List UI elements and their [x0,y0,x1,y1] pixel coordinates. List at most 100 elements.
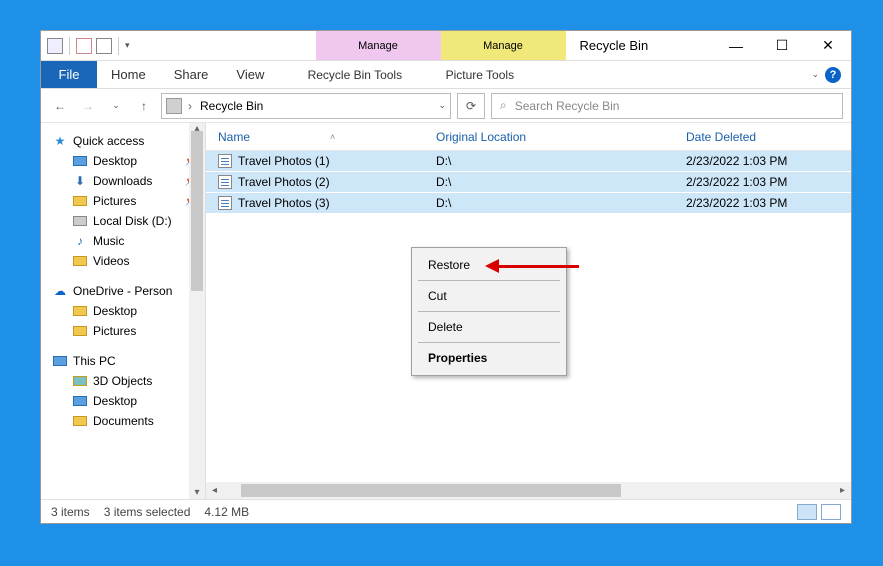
sidebar-item-od-pictures[interactable]: Pictures [41,321,205,341]
menu-bar: File Home Share View Recycle Bin Tools P… [41,61,851,89]
help-icon[interactable]: ? [825,67,841,83]
sidebar-item-pc-desktop[interactable]: Desktop [41,391,205,411]
menu-recyclebin-tools[interactable]: Recycle Bin Tools [292,61,417,88]
sidebar-item-downloads[interactable]: ⬇ Downloads 📌 [41,171,205,191]
window-buttons: — ☐ ✕ [713,31,851,60]
ribbon-ctx-label: Manage [358,40,398,52]
menu-picture-tools[interactable]: Picture Tools [417,61,542,88]
separator [418,342,560,343]
maximize-button[interactable]: ☐ [759,31,805,60]
sidebar-item-label: This PC [73,354,116,368]
sidebar-item-label: Pictures [93,194,136,208]
drive-icon [73,216,87,226]
file-name: Travel Photos (3) [238,196,330,210]
sidebar-item-label: Pictures [93,324,136,338]
titlebar: ▾ Manage Manage Recycle Bin — ☐ ✕ [41,31,851,61]
context-menu: Restore Cut Delete Properties [411,247,567,376]
sidebar-item-3d-objects[interactable]: 3D Objects [41,371,205,391]
view-large-icons-button[interactable] [821,504,841,520]
scroll-thumb[interactable] [241,484,621,497]
sidebar-item-label: Desktop [93,304,137,318]
column-date-deleted[interactable]: Date Deleted [686,130,851,144]
image-file-icon [218,196,232,210]
status-size: 4.12 MB [204,505,249,519]
sidebar-item-videos[interactable]: Videos [41,251,205,271]
column-name[interactable]: Name ˄ [206,130,436,144]
menu-file[interactable]: File [41,61,97,88]
documents-icon [73,416,87,426]
sidebar-item-label: Videos [93,254,129,268]
sidebar-item-music[interactable]: ♪ Music [41,231,205,251]
status-selected-count: 3 items selected [104,505,191,519]
star-icon: ★ [53,134,67,148]
file-row[interactable]: Travel Photos (3) D:\ 2/23/2022 1:03 PM [206,193,851,214]
menu-home[interactable]: Home [97,61,160,88]
search-input[interactable]: ⌕ Search Recycle Bin [491,93,843,119]
sidebar-item-label: Local Disk (D:) [93,214,172,228]
ribbon-collapse-icon[interactable]: ⌄ [811,69,819,80]
scroll-thumb[interactable] [191,131,203,291]
search-icon: ⌕ [500,98,507,113]
menu-view[interactable]: View [222,61,278,88]
image-file-icon [218,154,232,168]
sidebar-scrollbar[interactable]: ▴ ▾ [189,123,205,499]
file-orig: D:\ [436,154,686,168]
column-original-location[interactable]: Original Location [436,130,686,144]
file-row[interactable]: Travel Photos (1) D:\ 2/23/2022 1:03 PM [206,151,851,172]
properties-icon[interactable] [76,38,92,54]
menu-share[interactable]: Share [160,61,223,88]
sidebar-item-label: Music [93,234,124,248]
up-button[interactable]: ↑ [133,95,155,117]
ribbon-context-recyclebin[interactable]: Manage [316,31,441,60]
sidebar-item-pictures[interactable]: Pictures 📌 [41,191,205,211]
file-date: 2/23/2022 1:03 PM [686,196,851,210]
ribbon-context-picture[interactable]: Manage [441,31,566,60]
refresh-button[interactable]: ⟳ [457,93,485,119]
history-dropdown-icon[interactable]: ⌄ [105,95,127,117]
ctx-properties[interactable]: Properties [412,345,566,371]
sort-asc-icon: ˄ [330,132,335,142]
3d-objects-icon [73,376,87,386]
quick-access-toolbar: ▾ [41,31,136,60]
cloud-icon: ☁ [53,284,67,298]
navigation-pane: ★ Quick access Desktop 📌 ⬇ Downloads 📌 P… [41,123,206,499]
close-button[interactable]: ✕ [805,31,851,60]
address-dropdown-icon[interactable]: ⌄ [438,100,446,111]
sidebar-this-pc[interactable]: This PC [41,351,205,371]
sidebar-item-local-disk[interactable]: Local Disk (D:) [41,211,205,231]
ctx-cut[interactable]: Cut [412,283,566,309]
recycle-bin-icon [166,98,182,114]
scroll-down-icon[interactable]: ▾ [191,487,203,499]
file-name: Travel Photos (2) [238,175,330,189]
sidebar-item-documents[interactable]: Documents [41,411,205,431]
chevron-right-icon: › [188,99,192,113]
address-bar-row: ← → ⌄ ↑ › Recycle Bin ⌄ ⟳ ⌕ Search Recyc… [41,89,851,123]
sidebar-item-od-desktop[interactable]: Desktop [41,301,205,321]
qat-dropdown-icon[interactable]: ▾ [125,40,130,51]
address-bar[interactable]: › Recycle Bin ⌄ [161,93,451,119]
separator [69,37,70,55]
sidebar-onedrive[interactable]: ☁ OneDrive - Person [41,281,205,301]
ctx-delete[interactable]: Delete [412,314,566,340]
ctx-restore[interactable]: Restore [412,252,566,278]
folder-icon [73,306,87,316]
address-text: Recycle Bin [200,99,263,113]
back-button[interactable]: ← [49,95,71,117]
sidebar-item-desktop[interactable]: Desktop 📌 [41,151,205,171]
file-orig: D:\ [436,196,686,210]
column-label: Name [218,130,250,144]
minimize-button[interactable]: — [713,31,759,60]
file-date: 2/23/2022 1:03 PM [686,175,851,189]
image-file-icon [218,175,232,189]
sidebar-item-label: Desktop [93,394,137,408]
horizontal-scrollbar[interactable]: ◂ ▸ [206,482,851,499]
scroll-left-icon[interactable]: ◂ [206,482,223,499]
recycle-bin-icon[interactable] [47,38,63,54]
file-row[interactable]: Travel Photos (2) D:\ 2/23/2022 1:03 PM [206,172,851,193]
forward-button[interactable]: → [77,95,99,117]
music-icon: ♪ [73,234,87,248]
scroll-right-icon[interactable]: ▸ [834,482,851,499]
paste-icon[interactable] [96,38,112,54]
view-details-button[interactable] [797,504,817,520]
sidebar-quick-access[interactable]: ★ Quick access [41,131,205,151]
